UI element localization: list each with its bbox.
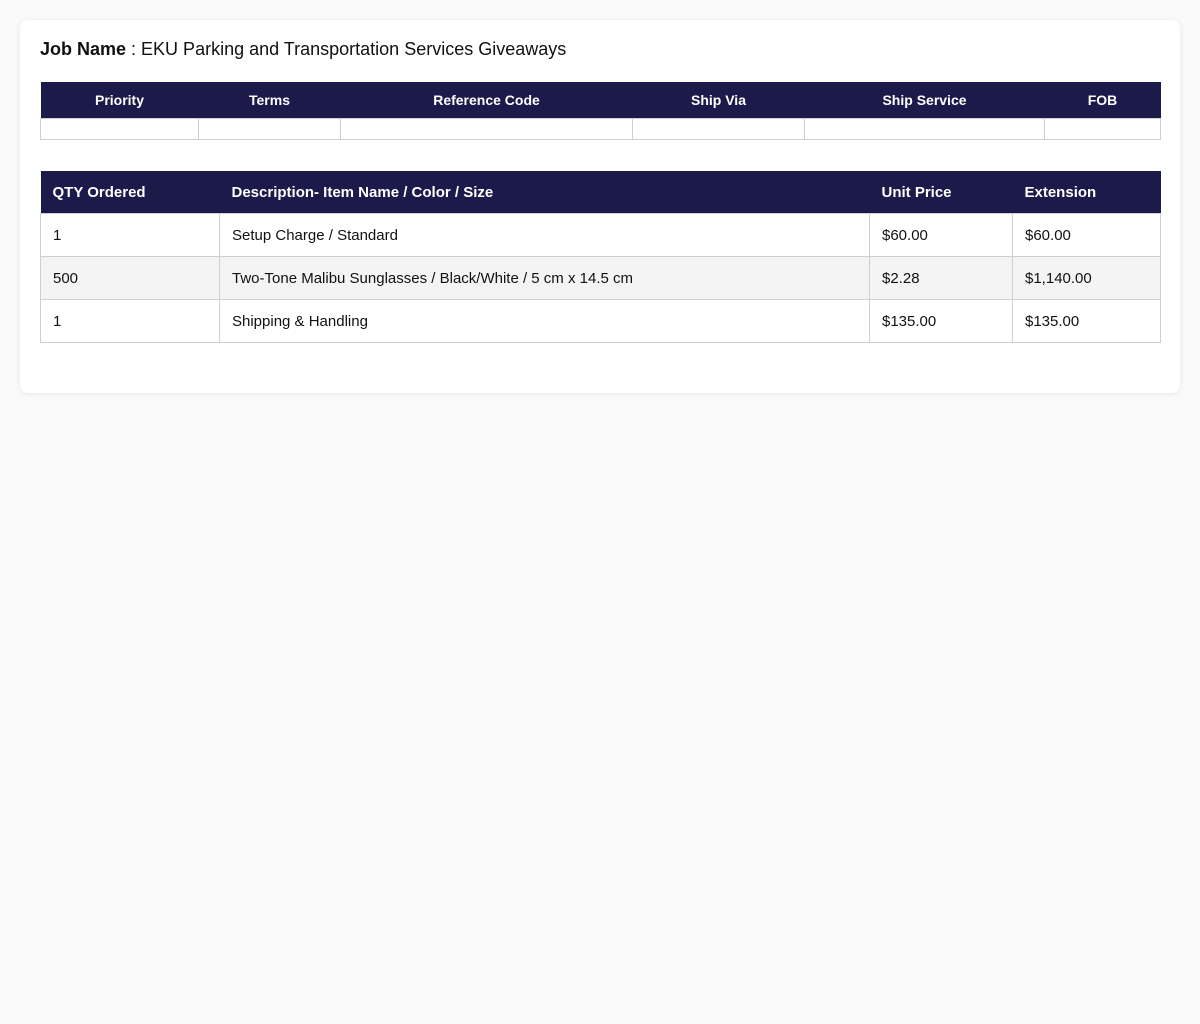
fob-header: FOB xyxy=(1044,82,1161,119)
extension-cell: $60.00 xyxy=(1012,213,1161,257)
line-items-table: QTY Ordered Description- Item Name / Col… xyxy=(40,171,1161,343)
description-cell: Shipping & Handling xyxy=(219,299,870,343)
order-meta-table: Priority Terms Reference Code Ship Via S… xyxy=(40,82,1161,140)
unit-price-cell: $2.28 xyxy=(869,256,1013,300)
reference-code-value xyxy=(340,118,633,140)
order-card: Job Name : EKU Parking and Transportatio… xyxy=(20,20,1180,393)
ship-via-header: Ship Via xyxy=(632,82,805,119)
meta-value-row xyxy=(40,118,1161,140)
job-name-line: Job Name : EKU Parking and Transportatio… xyxy=(40,38,566,60)
table-row: 500 Two-Tone Malibu Sunglasses / Black/W… xyxy=(40,256,1161,300)
qty-cell: 500 xyxy=(40,256,220,300)
table-row: 1 Setup Charge / Standard $60.00 $60.00 xyxy=(40,213,1161,257)
ship-service-value xyxy=(804,118,1045,140)
job-name-label: Job Name xyxy=(40,39,127,59)
description-cell: Setup Charge / Standard xyxy=(219,213,870,257)
table-row: 1 Shipping & Handling $135.00 $135.00 xyxy=(40,299,1161,343)
unit-price-cell: $60.00 xyxy=(869,213,1013,257)
priority-header: Priority xyxy=(40,82,199,119)
qty-cell: 1 xyxy=(40,213,220,257)
qty-ordered-header: QTY Ordered xyxy=(40,171,220,214)
terms-header: Terms xyxy=(198,82,341,119)
items-header-row: QTY Ordered Description- Item Name / Col… xyxy=(40,171,1161,214)
meta-header-row: Priority Terms Reference Code Ship Via S… xyxy=(40,82,1161,119)
extension-cell: $135.00 xyxy=(1012,299,1161,343)
description-cell: Two-Tone Malibu Sunglasses / Black/White… xyxy=(219,256,870,300)
extension-header: Extension xyxy=(1012,171,1161,214)
ship-service-header: Ship Service xyxy=(804,82,1045,119)
qty-cell: 1 xyxy=(40,299,220,343)
job-name-value: EKU Parking and Transportation Services … xyxy=(141,39,567,59)
description-header: Description- Item Name / Color / Size xyxy=(219,171,870,214)
fob-value xyxy=(1044,118,1161,140)
reference-code-header: Reference Code xyxy=(340,82,633,119)
unit-price-header: Unit Price xyxy=(869,171,1013,214)
unit-price-cell: $135.00 xyxy=(869,299,1013,343)
extension-cell: $1,140.00 xyxy=(1012,256,1161,300)
ship-via-value xyxy=(632,118,805,140)
job-name-separator: : xyxy=(126,39,142,59)
priority-value xyxy=(40,118,199,140)
terms-value xyxy=(198,118,341,140)
